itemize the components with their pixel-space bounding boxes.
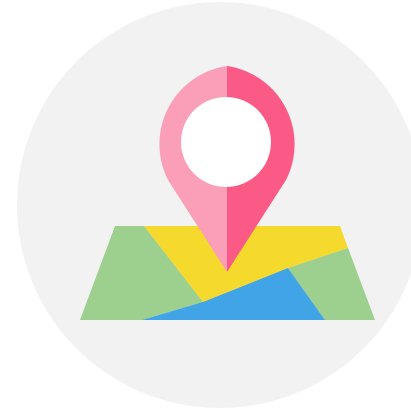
map-location-pin-icon	[17, 2, 411, 408]
map-pin-illustration	[0, 0, 411, 411]
pin-hole	[181, 97, 271, 187]
